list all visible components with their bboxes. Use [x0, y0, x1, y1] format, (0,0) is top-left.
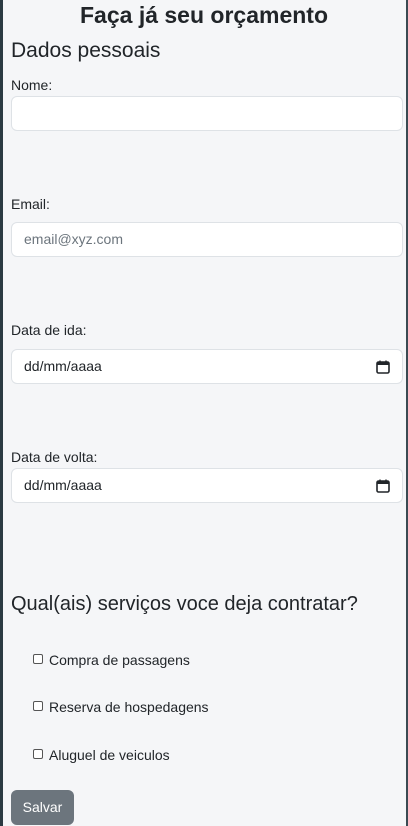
email-label: Email: [11, 196, 50, 212]
personal-data-heading: Dados pessoais [11, 39, 161, 62]
lodging-checkbox[interactable] [33, 700, 43, 711]
departure-date-input[interactable]: dd/mm/aaaa [11, 349, 403, 384]
service-option-flights[interactable]: Compra de passagens [33, 651, 190, 669]
return-date-label: Data de volta: [11, 449, 98, 465]
email-placeholder: email@xyz.com [24, 231, 124, 247]
save-button[interactable]: Salvar [11, 790, 74, 825]
flights-label: Compra de passagens [49, 652, 190, 668]
return-date-input[interactable]: dd/mm/aaaa [11, 468, 403, 503]
return-date-placeholder: dd/mm/aaaa [24, 477, 102, 493]
departure-date-placeholder: dd/mm/aaaa [24, 358, 102, 374]
email-input[interactable]: email@xyz.com [11, 222, 403, 257]
window-left-edge [0, 0, 3, 826]
name-label: Nome: [11, 77, 53, 93]
flights-checkbox[interactable] [33, 653, 43, 664]
calendar-icon[interactable] [376, 360, 390, 374]
name-input[interactable] [11, 96, 403, 131]
departure-date-label: Data de ida: [11, 322, 87, 338]
page-title: Faça já seu orçamento [80, 2, 328, 28]
car-rental-label: Aluguel de veiculos [49, 747, 170, 763]
calendar-icon[interactable] [376, 479, 390, 493]
car-rental-checkbox[interactable] [33, 748, 43, 759]
service-option-car-rental[interactable]: Aluguel de veiculos [33, 746, 170, 764]
service-option-lodging[interactable]: Reserva de hospedagens [33, 698, 209, 716]
services-heading: Qual(ais) serviços voce deja contratar? [11, 593, 358, 615]
lodging-label: Reserva de hospedagens [49, 699, 209, 715]
